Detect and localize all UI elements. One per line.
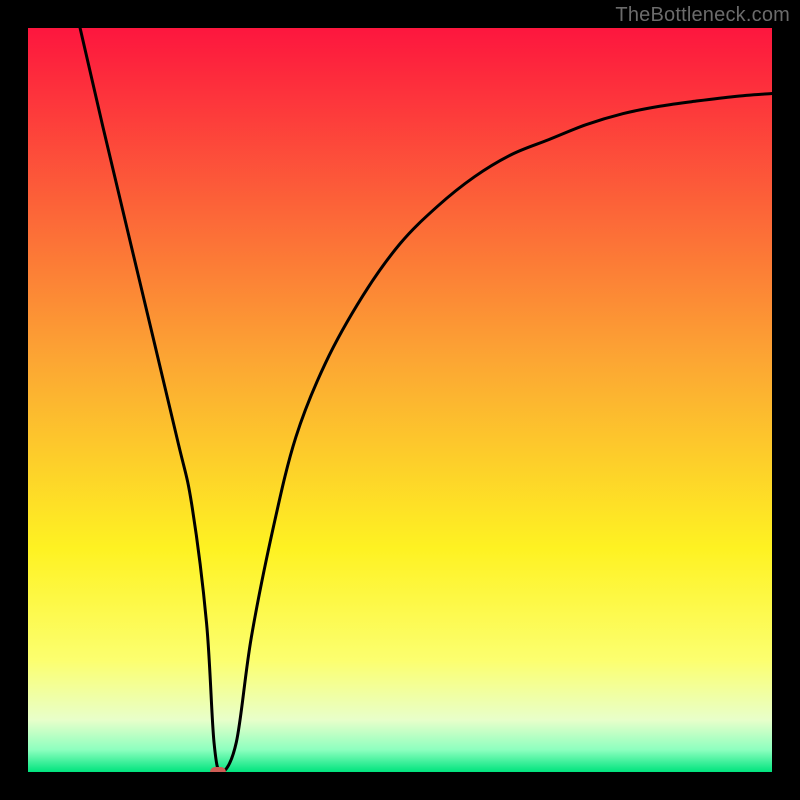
bottleneck-curve (28, 28, 772, 772)
optimal-marker (210, 767, 226, 772)
chart-frame: TheBottleneck.com (0, 0, 800, 800)
watermark-text: TheBottleneck.com (615, 4, 790, 27)
plot-area (28, 28, 772, 772)
